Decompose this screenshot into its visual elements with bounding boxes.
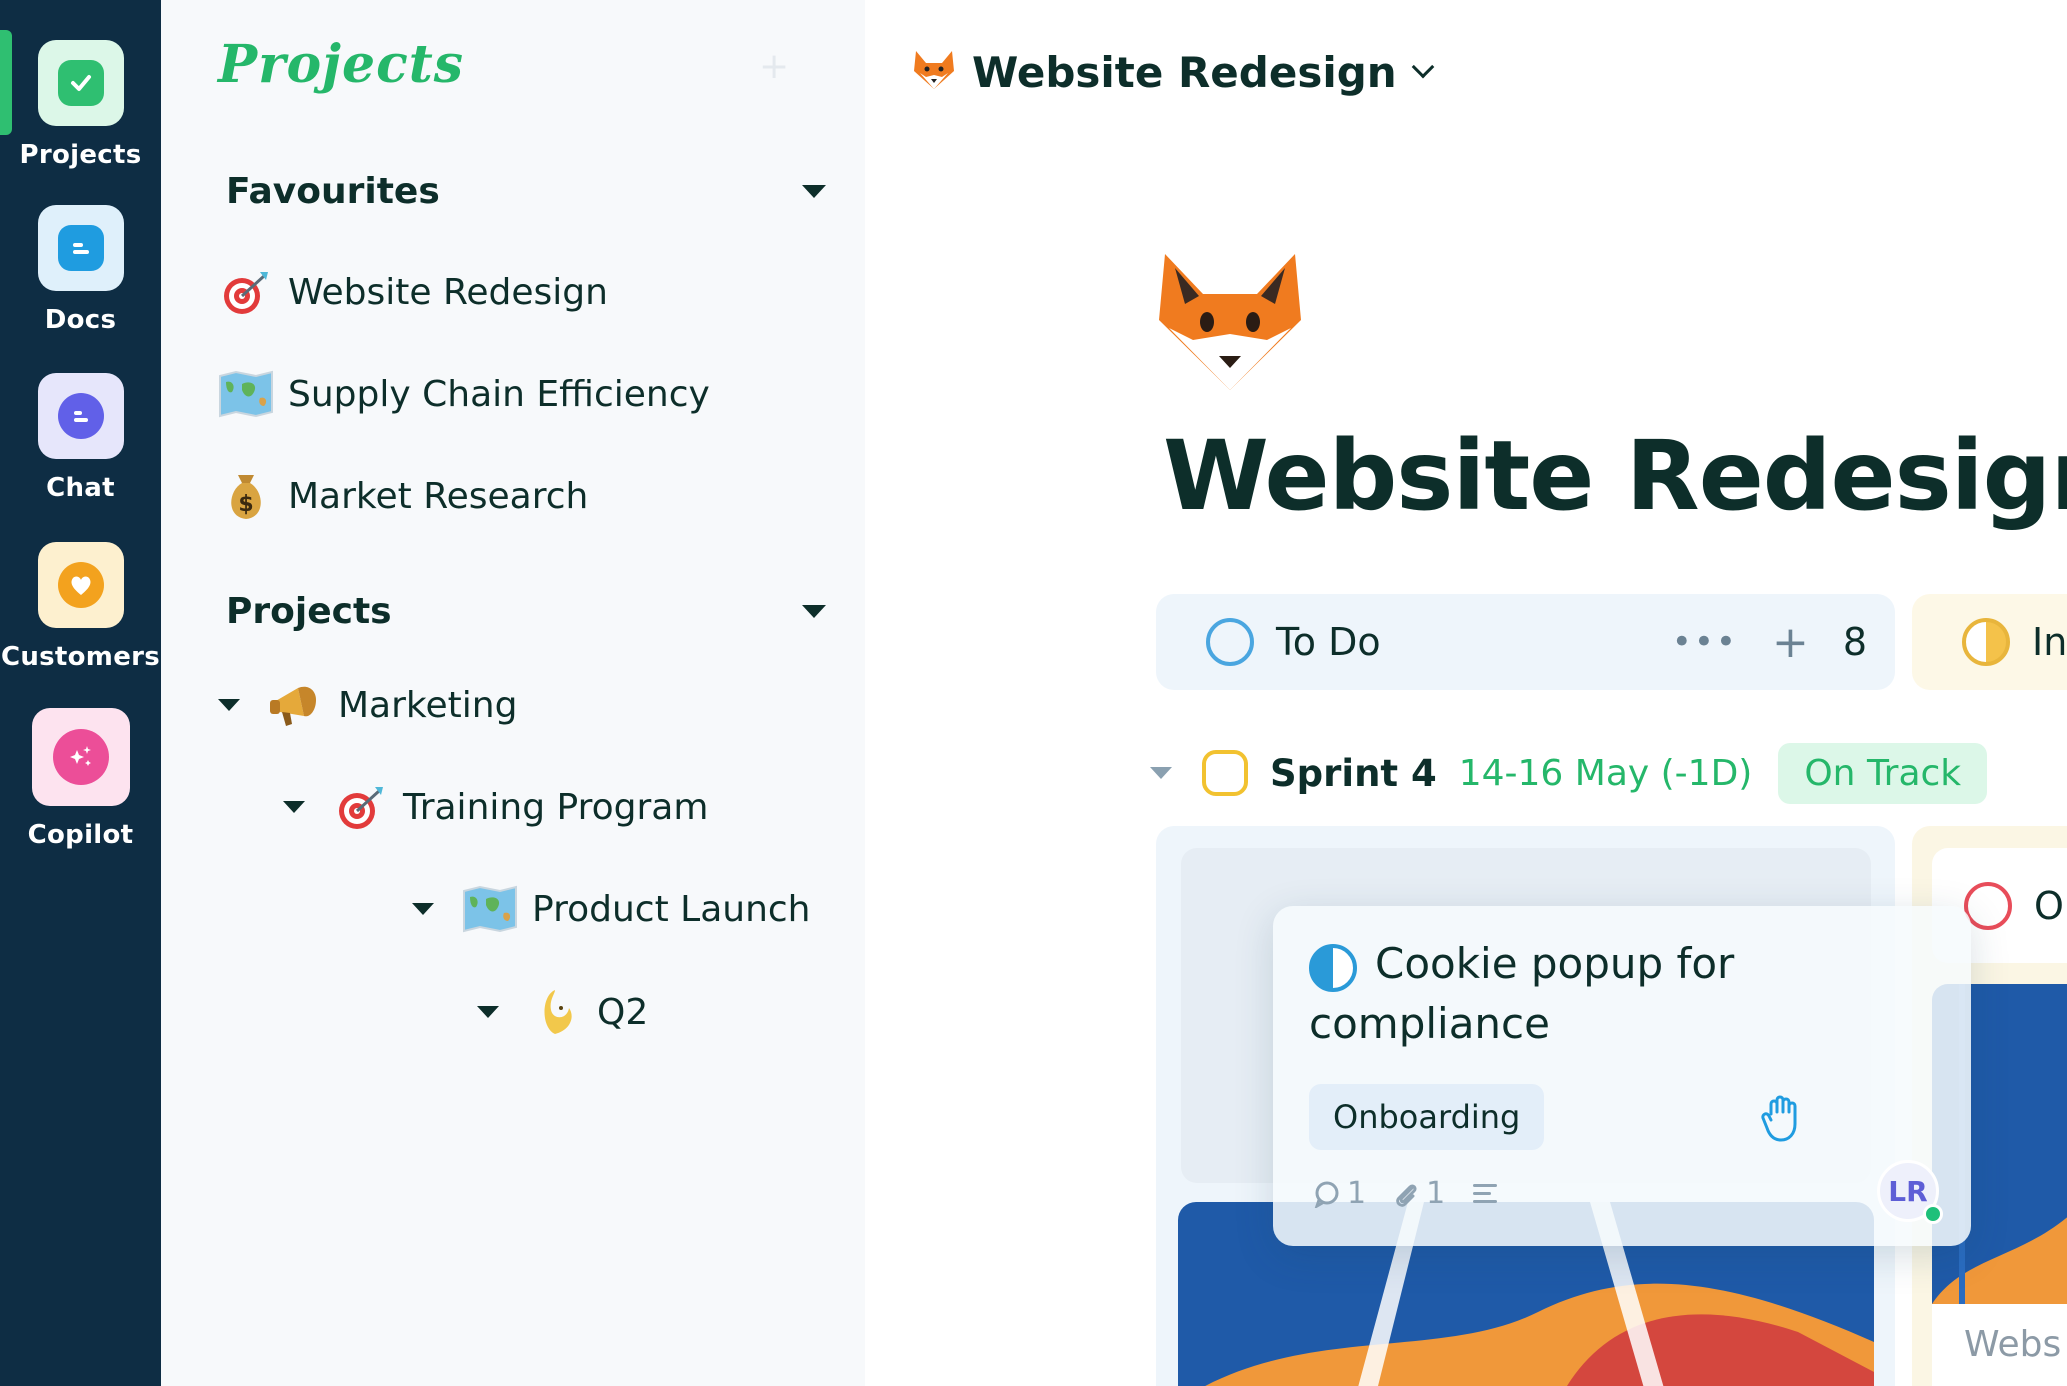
rail-item-docs[interactable]: Docs (0, 205, 161, 335)
favourite-item-supply-chain[interactable]: Supply Chain Efficiency (218, 364, 710, 424)
tree-item-marketing[interactable]: Marketing (218, 675, 517, 735)
more-options-icon[interactable]: ••• (1672, 622, 1738, 662)
comments-count[interactable]: 1 (1313, 1176, 1366, 1211)
add-task-icon[interactable]: + (1772, 617, 1809, 668)
docs-app-icon (37, 205, 124, 291)
status-badge: On Track (1778, 742, 1988, 804)
sprint-row[interactable]: Sprint 4 14-16 May (-1D) On Track (1150, 740, 1988, 806)
comment-icon (1314, 1181, 1339, 1208)
rail-item-copilot[interactable]: Copilot (0, 708, 161, 850)
rail-item-projects[interactable]: Projects (0, 40, 161, 170)
description-icon (1471, 1182, 1501, 1206)
tree-label: Marketing (338, 684, 518, 726)
target-icon (218, 264, 274, 320)
rail-label: Docs (44, 305, 117, 335)
section-label: Favourites (226, 170, 440, 212)
task-title: O (2034, 883, 2064, 928)
rail-item-chat[interactable]: Chat (0, 373, 161, 503)
world-map-icon (462, 881, 518, 937)
column-label: In (2032, 620, 2067, 664)
money-bag-icon: $ (218, 468, 274, 524)
favourite-label: Market Research (288, 475, 589, 517)
projects-section-header[interactable]: Projects (226, 586, 826, 636)
status-in-progress-icon (1962, 618, 2010, 666)
tree-label: Training Program (403, 786, 709, 828)
rail-label: Projects (19, 140, 142, 170)
rail-label: Copilot (27, 820, 134, 850)
chat-app-icon (37, 373, 124, 459)
favourite-item-market-research[interactable]: $ Market Research (218, 466, 588, 526)
rail-label: Chat (46, 473, 115, 503)
status-open-icon (1206, 618, 1254, 666)
projects-sidebar: Projects + Favourites Website Redesign S… (161, 0, 865, 1386)
caret-down-icon (802, 184, 826, 198)
attachments-value: 1 (1426, 1176, 1446, 1211)
caret-down-icon (802, 604, 826, 618)
sprint-dates: 14-16 May (-1D) (1458, 752, 1753, 794)
app-rail: Projects Docs Chat Customers Copilot (0, 0, 161, 1386)
tree-item-product-launch[interactable]: Product Launch (412, 879, 811, 939)
sidebar-title: Projects (218, 34, 465, 95)
customers-app-icon (37, 542, 124, 628)
status-in-progress-icon (1309, 944, 1357, 992)
sparkle-icon (52, 729, 109, 785)
section-label: Projects (226, 590, 392, 632)
task-title-line1: Cookie popup for (1375, 939, 1735, 988)
project-switcher[interactable]: Website Redesign (912, 40, 1435, 104)
favourite-label: Website Redesign (288, 271, 608, 313)
column-header-todo[interactable]: To Do ••• + 8 (1156, 594, 1895, 690)
chat-icon (57, 393, 104, 439)
comments-value: 1 (1347, 1176, 1367, 1211)
column-label: To Do (1276, 620, 1381, 664)
tree-item-training-program[interactable]: Training Program (283, 777, 708, 837)
caret-down-icon (412, 903, 434, 915)
online-status-dot (1923, 1204, 1943, 1224)
tree-item-q2[interactable]: Q2 (477, 982, 648, 1042)
caret-down-icon[interactable] (1150, 767, 1172, 779)
dragging-task-card[interactable]: Cookie popup for compliance Onboarding 1… (1273, 906, 1971, 1246)
task-title-line2: compliance (1309, 999, 1550, 1048)
chevron-down-icon (1411, 55, 1435, 79)
favourite-item-website-redesign[interactable]: Website Redesign (218, 262, 608, 322)
rail-label: Customers (0, 642, 161, 672)
megaphone-icon (268, 677, 324, 733)
page-title: Website Redesign (1163, 420, 2067, 532)
projects-app-icon (37, 40, 124, 126)
caret-down-icon (283, 801, 305, 813)
card-footer: Webs (1932, 1304, 2067, 1386)
tree-label: Q2 (597, 991, 649, 1033)
favourite-label: Supply Chain Efficiency (288, 373, 710, 415)
target-icon (333, 779, 389, 835)
copilot-app-icon (31, 708, 130, 806)
card-meta: 1 1 (1313, 1176, 1501, 1211)
status-blocked-icon (1964, 881, 2012, 930)
sprint-status-icon (1202, 750, 1248, 796)
favourites-section-header[interactable]: Favourites (226, 166, 826, 216)
check-icon (57, 60, 104, 106)
paperclip-icon (1396, 1183, 1417, 1207)
attachments-count[interactable]: 1 (1392, 1176, 1445, 1211)
doc-icon (57, 225, 104, 271)
svg-text:$: $ (238, 492, 253, 517)
column-header-in-progress[interactable]: In (1912, 594, 2067, 690)
sprint-name: Sprint 4 (1270, 751, 1437, 795)
task-tag[interactable]: Onboarding (1309, 1084, 1545, 1150)
project-board: Website Redesign Website Redesign To Do … (865, 0, 2067, 1386)
breadcrumb-title: Website Redesign (972, 47, 1397, 97)
heart-icon (57, 562, 104, 608)
card-footer-text: Webs (1964, 1324, 2062, 1365)
task-count: 8 (1842, 620, 1867, 664)
add-project-icon[interactable]: + (759, 46, 789, 87)
world-map-icon (218, 366, 274, 422)
fox-icon (912, 49, 956, 95)
tree-label: Product Launch (532, 888, 811, 930)
caret-down-icon (477, 1006, 499, 1018)
grab-hand-icon[interactable] (1757, 1092, 1809, 1144)
caret-down-icon (218, 699, 240, 711)
moon-icon (527, 984, 583, 1040)
rail-item-customers[interactable]: Customers (0, 542, 161, 672)
project-emoji-fox[interactable] (1155, 250, 1305, 398)
